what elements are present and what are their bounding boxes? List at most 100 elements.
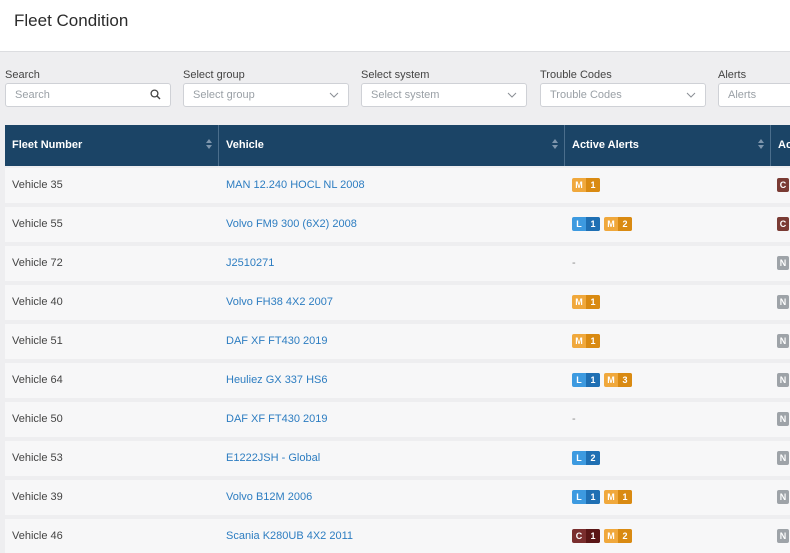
alert-level: M	[575, 180, 583, 191]
alert-badge[interactable]: L1	[572, 490, 600, 505]
top-bar: Fleet Condition	[0, 0, 790, 52]
trouble-codes-select[interactable]: Trouble Codes	[540, 83, 706, 107]
chevron-down-icon	[507, 92, 517, 98]
alerts-filter: Alerts Alerts	[718, 69, 790, 107]
fleet-number-cell: Vehicle 35	[12, 179, 63, 191]
column-header-label: Vehicle	[226, 139, 264, 151]
vehicle-link[interactable]: MAN 12.240 HOCL NL 2008	[226, 179, 365, 191]
alert-badge[interactable]: M2	[604, 217, 632, 232]
vehicle-link[interactable]: Volvo FM9 300 (6X2) 2008	[226, 218, 357, 230]
group-placeholder: Select group	[193, 89, 255, 101]
sort-icon[interactable]	[552, 139, 558, 151]
alert-count: 1	[586, 373, 600, 388]
active-status-cell: N	[771, 324, 789, 359]
sort-icon[interactable]	[758, 139, 764, 151]
table-row[interactable]: Vehicle 72 J2510271 - N	[5, 246, 790, 281]
alert-badge[interactable]: M1	[572, 178, 600, 193]
search-input[interactable]: Search	[5, 83, 171, 107]
active-status-cell: N	[771, 402, 789, 437]
search-icon[interactable]	[150, 89, 161, 100]
vehicle-cell: DAF XF FT430 2019	[219, 324, 328, 359]
table-row[interactable]: Vehicle 53 E1222JSH - Global L 2 N	[5, 441, 790, 476]
alert-badge[interactable]: L2	[572, 451, 600, 466]
alerts-select[interactable]: Alerts	[718, 83, 790, 107]
active-alerts-cell: -	[565, 402, 576, 437]
table-row[interactable]: Vehicle 50 DAF XF FT430 2019 - N	[5, 402, 790, 437]
table-row[interactable]: Vehicle 39 Volvo B12M 2006 L 1 M 1 N	[5, 480, 790, 515]
column-header-fleet-number[interactable]: Fleet Number	[5, 125, 219, 166]
system-label: Select system	[361, 69, 430, 81]
chevron-down-icon	[686, 92, 696, 98]
active-alerts-cell: C1 M2	[565, 519, 636, 553]
alert-badge[interactable]: L1	[572, 217, 600, 232]
alert-level: L	[576, 375, 582, 386]
status-badge: N	[777, 373, 789, 388]
fleet-number-cell: Vehicle 55	[12, 218, 63, 230]
alert-badge[interactable]: M1	[572, 295, 600, 310]
alert-level: M	[575, 297, 583, 308]
alert-badge[interactable]: M3	[604, 373, 632, 388]
column-header-active-alerts[interactable]: Active Alerts	[565, 125, 771, 166]
column-header-label: Active Alerts	[572, 139, 639, 151]
alert-badge[interactable]: M2	[604, 529, 632, 544]
alert-count: 1	[586, 295, 600, 310]
vehicle-link[interactable]: J2510271	[226, 257, 274, 269]
active-alerts-cell: L1 M3	[565, 363, 636, 398]
alert-badge[interactable]: M1	[572, 334, 600, 349]
vehicle-link[interactable]: DAF XF FT430 2019	[226, 335, 328, 347]
vehicle-link[interactable]: Volvo FH38 4X2 2007	[226, 296, 333, 308]
table-row[interactable]: Vehicle 46 Scania K280UB 4X2 2011 C 1 M 2 N	[5, 519, 790, 553]
alert-badge[interactable]: C1	[572, 529, 600, 544]
column-header-vehicle[interactable]: Vehicle	[219, 125, 565, 166]
alert-badge[interactable]: L1	[572, 373, 600, 388]
alert-badge[interactable]: M1	[604, 490, 632, 505]
trouble-codes-label: Trouble Codes	[540, 69, 612, 81]
alert-level: M	[607, 531, 615, 542]
vehicle-link[interactable]: E1222JSH - Global	[226, 452, 320, 464]
alert-count: 1	[618, 490, 632, 505]
vehicle-cell: Volvo B12M 2006	[219, 480, 312, 515]
alert-level: M	[607, 219, 615, 230]
alerts-placeholder: Alerts	[728, 89, 757, 101]
active-alerts-cell: L1M1	[565, 480, 636, 515]
alert-level: M	[607, 375, 615, 386]
vehicle-cell: E1222JSH - Global	[219, 441, 320, 476]
sort-icon[interactable]	[206, 139, 212, 151]
column-header-active[interactable]: Ac	[771, 125, 790, 166]
table-row[interactable]: Vehicle 51 DAF XF FT430 2019 M 1 N	[5, 324, 790, 359]
no-alerts-text: -	[572, 413, 576, 425]
table-row[interactable]: Vehicle 64 Heuliez GX 337 HS6 L 1 M 3 N	[5, 363, 790, 398]
vehicle-link[interactable]: DAF XF FT430 2019	[226, 413, 328, 425]
active-status-cell: N	[771, 480, 789, 515]
status-badge: N	[777, 529, 789, 544]
active-status-cell: N	[771, 441, 789, 476]
fleet-number-cell: Vehicle 39	[12, 491, 63, 503]
vehicle-cell: J2510271	[219, 246, 274, 281]
system-select[interactable]: Select system	[361, 83, 527, 107]
status-badge: N	[777, 412, 789, 427]
search-label: Search	[5, 69, 40, 81]
alert-level: M	[575, 336, 583, 347]
alert-level: L	[576, 492, 582, 503]
vehicle-link[interactable]: Heuliez GX 337 HS6	[226, 374, 328, 386]
vehicle-cell: Volvo FH38 4X2 2007	[219, 285, 333, 320]
table-row[interactable]: Vehicle 40 Volvo FH38 4X2 2007 M 1 N	[5, 285, 790, 320]
status-badge: N	[777, 490, 789, 505]
system-placeholder: Select system	[371, 89, 440, 101]
fleet-table: Fleet Number Vehicle Active Alerts Ac Ve…	[5, 125, 790, 553]
table-row[interactable]: Vehicle 55 Volvo FM9 300 (6X2) 2008 L 1 M 2 C	[5, 207, 790, 242]
alert-level: L	[576, 453, 582, 464]
filter-bar: Search Search Select group Select group …	[0, 52, 790, 114]
vehicle-link[interactable]: Scania K280UB 4X2 2011	[226, 530, 353, 542]
table-row[interactable]: Vehicle 35 MAN 12.240 HOCL NL 2008 M 1 C	[5, 168, 790, 203]
active-alerts-cell: L2	[565, 441, 604, 476]
vehicle-link[interactable]: Volvo B12M 2006	[226, 491, 312, 503]
status-badge: N	[777, 451, 789, 466]
vehicle-cell: MAN 12.240 HOCL NL 2008	[219, 168, 365, 203]
group-filter: Select group Select group	[183, 69, 349, 107]
alert-count: 2	[586, 451, 600, 466]
alert-count: 2	[618, 529, 632, 544]
active-status-cell: N	[771, 285, 789, 320]
group-select[interactable]: Select group	[183, 83, 349, 107]
active-alerts-cell: L1 M2	[565, 207, 636, 242]
